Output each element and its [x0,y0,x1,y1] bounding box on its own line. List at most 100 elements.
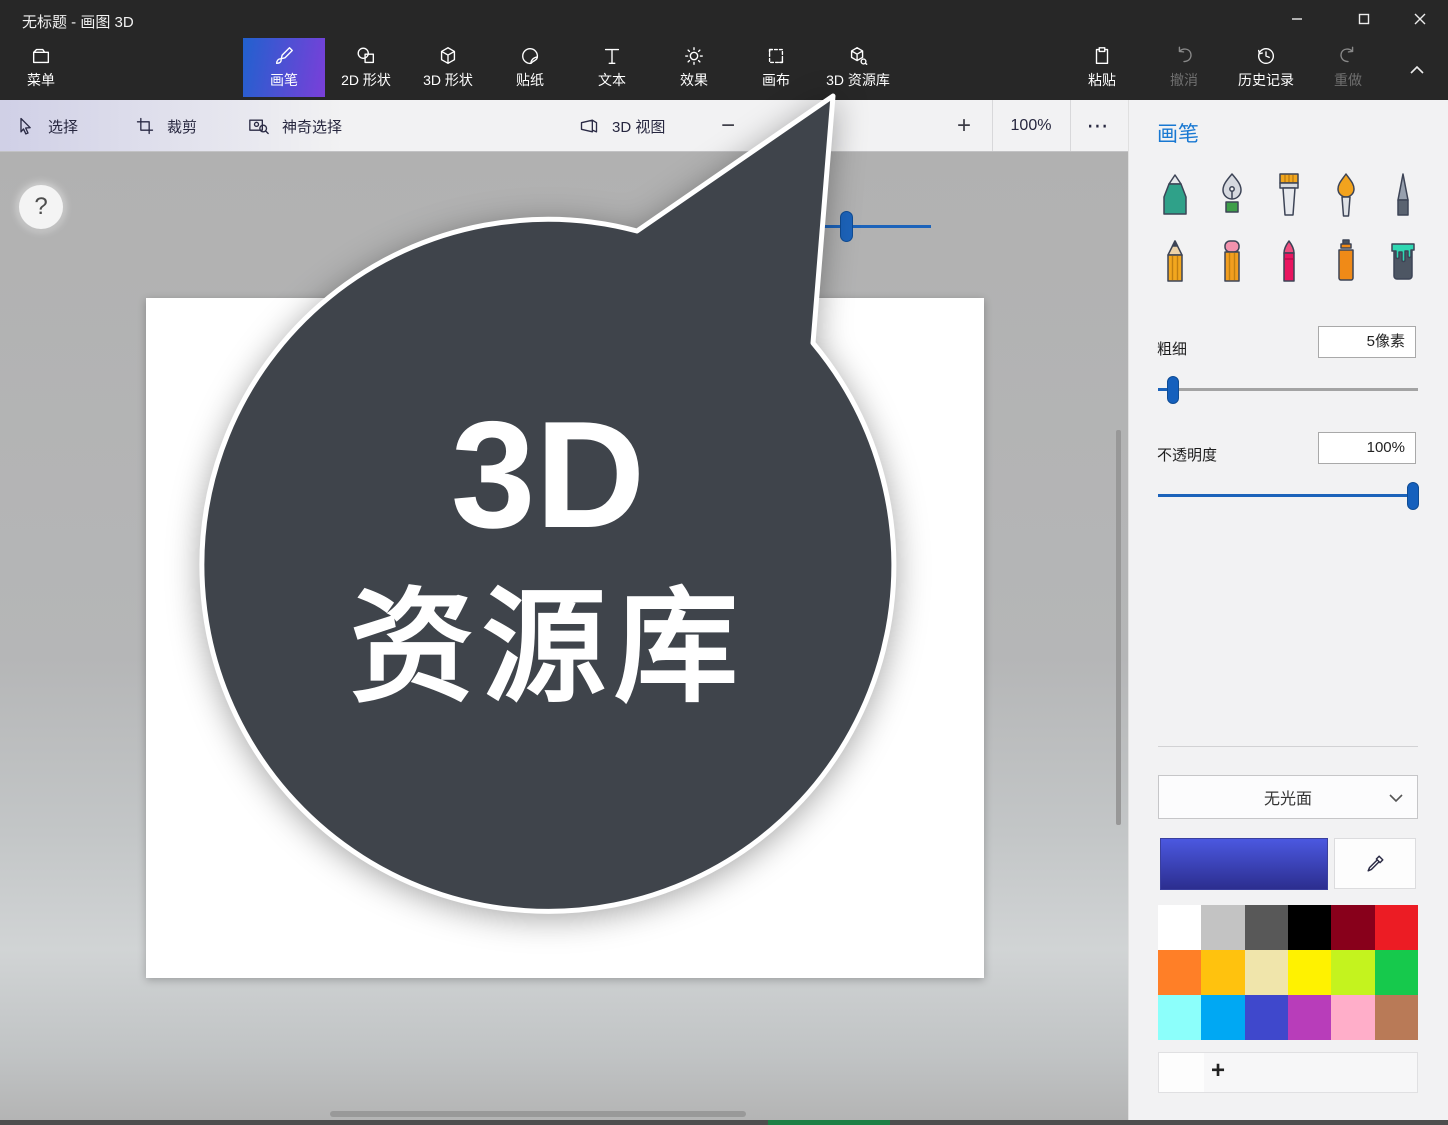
brush-crayon[interactable] [1269,236,1309,286]
brush-marker[interactable] [1155,170,1195,220]
color-swatch[interactable] [1158,950,1201,995]
view-3d-button[interactable]: 3D 视图 [578,100,665,152]
sticker-icon [519,45,541,67]
tab-effects[interactable]: 效果 [653,38,735,97]
thickness-slider-thumb[interactable] [1167,376,1179,404]
zoom-in-button[interactable]: + [944,100,984,152]
color-swatch[interactable] [1375,995,1418,1040]
brush-icon [273,45,295,67]
taskbar-sliver [768,1120,890,1125]
panel-divider [1158,746,1418,747]
color-swatch[interactable] [1375,905,1418,950]
collapse-toolbar-button[interactable] [1402,55,1432,85]
tab-text[interactable]: 文本 [571,38,653,97]
crop-icon [135,116,155,136]
pencil-icon [1157,238,1193,286]
tab-3d-library[interactable]: 3D 资源库 [807,38,909,97]
color-swatch[interactable] [1331,995,1374,1040]
color-swatch[interactable] [1288,995,1331,1040]
zoom-out-button[interactable]: − [708,100,748,152]
thickness-input[interactable]: 5像素 [1318,326,1416,358]
color-swatch[interactable] [1245,995,1288,1040]
window-title: 无标题 - 画图 3D [22,11,134,32]
plus-icon: + [1211,1057,1225,1085]
magic-select-tool[interactable]: 神奇选择 [248,100,342,152]
color-swatch[interactable] [1245,950,1288,995]
color-swatch[interactable] [1158,995,1201,1040]
brush-fill-bucket[interactable] [1383,236,1423,286]
magic-select-icon [248,116,270,136]
maximize-button[interactable] [1349,6,1379,32]
minimize-button[interactable] [1282,6,1312,32]
spray-can-icon [1328,238,1364,286]
3d-view-icon [578,116,600,136]
brush-paint-brush[interactable] [1269,170,1309,220]
effects-sun-icon [683,45,705,67]
help-button[interactable]: ? [19,185,63,229]
color-swatch[interactable] [1245,905,1288,950]
menu-button[interactable]: 菜单 [0,38,82,97]
current-color-swatch[interactable] [1160,838,1328,890]
color-swatch[interactable] [1288,905,1331,950]
add-color-button[interactable]: + [1158,1052,1418,1093]
tab-3d-shapes[interactable]: 3D 形状 [407,38,489,97]
color-swatch[interactable] [1201,905,1244,950]
3d-shapes-icon [437,45,459,67]
close-icon [1414,13,1426,25]
workspace: ? [0,152,1128,1125]
crop-tool[interactable]: 裁剪 [135,100,197,152]
panel-title: 画笔 [1157,118,1199,148]
opacity-input[interactable]: 100% [1318,432,1416,464]
zoom-level-value[interactable]: 100% [992,100,1070,152]
undo-button[interactable]: 撤消 [1143,38,1225,97]
fill-bucket-icon [1385,238,1421,286]
color-swatch[interactable] [1158,905,1201,950]
eyedropper-icon [1364,853,1386,875]
brush-spray-can[interactable] [1326,236,1366,286]
thickness-slider-track[interactable] [1158,388,1418,391]
horizontal-scrollbar[interactable] [330,1111,746,1117]
color-swatch[interactable] [1201,995,1244,1040]
color-palette [1158,905,1418,1040]
zoom-slider-thumb[interactable] [840,211,853,242]
more-options-button[interactable]: ⋯ [1070,100,1127,152]
titlebar-and-toolbar[interactable]: 无标题 - 画图 3D 菜单 画笔 2D 形状 [0,0,1448,100]
maximize-icon [1358,13,1370,25]
eraser-icon [1214,238,1250,286]
drawing-canvas[interactable] [146,298,984,978]
close-button[interactable] [1405,6,1435,32]
menu-icon [30,45,52,67]
eyedropper-button[interactable] [1334,838,1416,889]
chevron-down-icon [1389,794,1403,803]
opacity-slider-thumb[interactable] [1407,482,1419,510]
thickness-label: 粗细 [1157,338,1187,359]
color-swatch[interactable] [1331,905,1374,950]
history-button[interactable]: 历史记录 [1220,38,1312,97]
tab-stickers[interactable]: 贴纸 [489,38,571,97]
tab-brushes[interactable]: 画笔 [243,38,325,97]
redo-button[interactable]: 重做 [1307,38,1389,97]
brush-eraser[interactable] [1212,236,1252,286]
pixel-pen-icon [1385,172,1421,220]
cursor-icon [16,116,36,136]
color-swatch[interactable] [1375,950,1418,995]
paste-button[interactable]: 粘贴 [1061,38,1143,97]
history-clock-icon [1255,45,1277,67]
redo-icon [1337,45,1359,67]
color-swatch[interactable] [1288,950,1331,995]
brush-pencil[interactable] [1155,236,1195,286]
brush-calligraphy-pen[interactable] [1212,170,1252,220]
opacity-slider-track[interactable] [1158,494,1418,497]
brush-pixel-pen[interactable] [1383,170,1423,220]
3d-library-icon [847,45,869,67]
tab-canvas[interactable]: 画布 [735,38,817,97]
finish-dropdown[interactable]: 无光面 [1158,775,1418,819]
color-swatch[interactable] [1331,950,1374,995]
brush-row-1 [1155,170,1423,220]
vertical-scrollbar[interactable] [1116,430,1121,825]
color-swatch[interactable] [1201,950,1244,995]
tab-2d-shapes[interactable]: 2D 形状 [325,38,407,97]
select-tool[interactable]: 选择 [16,100,78,152]
brush-oil-brush[interactable] [1326,170,1366,220]
crayon-icon [1271,238,1307,286]
